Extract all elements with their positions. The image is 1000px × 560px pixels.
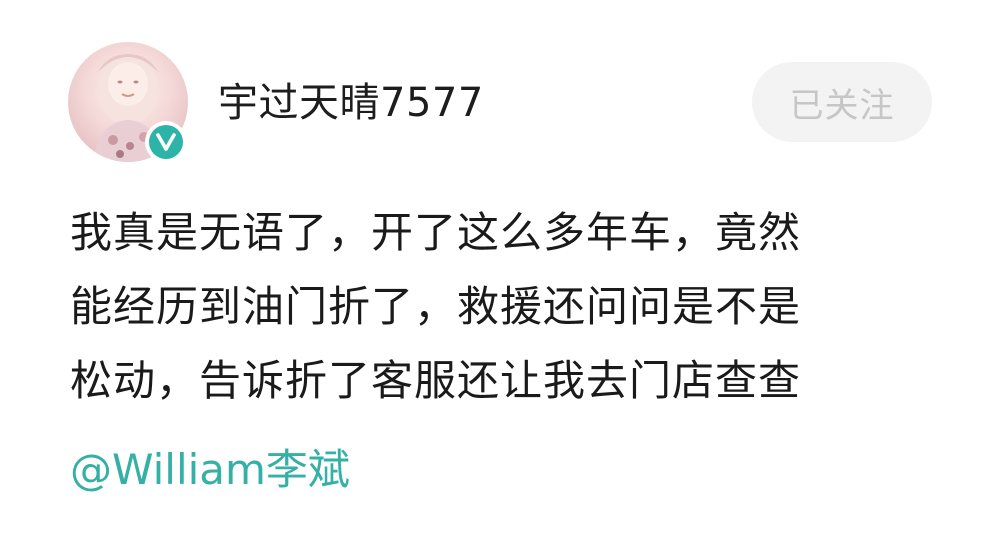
username[interactable]: 宇过天晴7577 xyxy=(218,76,484,130)
verified-badge xyxy=(145,121,187,163)
verified-v-icon xyxy=(149,125,183,159)
post-text-line: 我真是无语了，开了这么多年车，竟然 xyxy=(70,208,802,257)
post-text-line: 松动，告诉折了客服还让我去门店查查 xyxy=(70,356,802,405)
post-text: 我真是无语了，开了这么多年车，竟然 能经历到油门折了，救援还问问是不是 松动，告… xyxy=(70,196,950,418)
mention-link[interactable]: @William李斌 xyxy=(70,433,350,507)
follow-button[interactable]: 已关注 xyxy=(752,62,932,142)
post-text-line: 能经历到油门折了，救援还问问是不是 xyxy=(70,282,802,331)
post-card: 宇过天晴7577 已关注 我真是无语了，开了这么多年车，竟然 能经历到油门折了，… xyxy=(0,0,1000,560)
